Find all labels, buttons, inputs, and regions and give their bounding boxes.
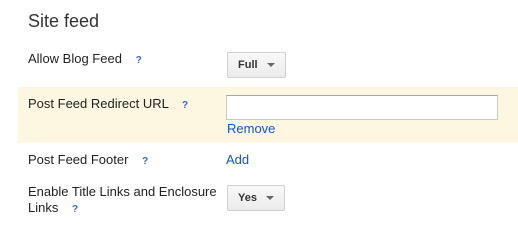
post-feed-footer-label: Post Feed Footer ? [28,152,148,170]
post-feed-footer-text: Post Feed Footer [28,152,129,167]
title-links-value: Yes [238,192,257,204]
help-icon[interactable]: ? [142,154,148,170]
title-links-dropdown[interactable]: Yes [227,185,285,211]
help-icon[interactable]: ? [182,98,188,114]
allow-blog-feed-value: Full [238,59,258,71]
title-links-line2: Links ? [28,200,217,218]
remove-link[interactable]: Remove [227,121,275,136]
help-icon[interactable]: ? [136,53,142,69]
allow-blog-feed-dropdown[interactable]: Full [227,52,286,78]
title-links-text-line2: Links [28,200,59,215]
redirect-url-input[interactable] [226,95,498,120]
section-title: Site feed [28,11,100,31]
chevron-down-icon [266,63,275,67]
allow-blog-feed-label: Allow Blog Feed ? [28,51,142,69]
title-links-label: Enable Title Links and Enclosure Links ? [28,184,217,218]
chevron-down-icon [265,196,274,200]
allow-blog-feed-text: Allow Blog Feed [28,51,122,66]
post-feed-redirect-label: Post Feed Redirect URL ? [28,96,188,114]
post-feed-redirect-text: Post Feed Redirect URL [28,96,169,111]
add-footer-link[interactable]: Add [226,152,249,167]
title-links-text-line1: Enable Title Links and Enclosure [28,184,217,199]
help-icon[interactable]: ? [72,202,78,218]
